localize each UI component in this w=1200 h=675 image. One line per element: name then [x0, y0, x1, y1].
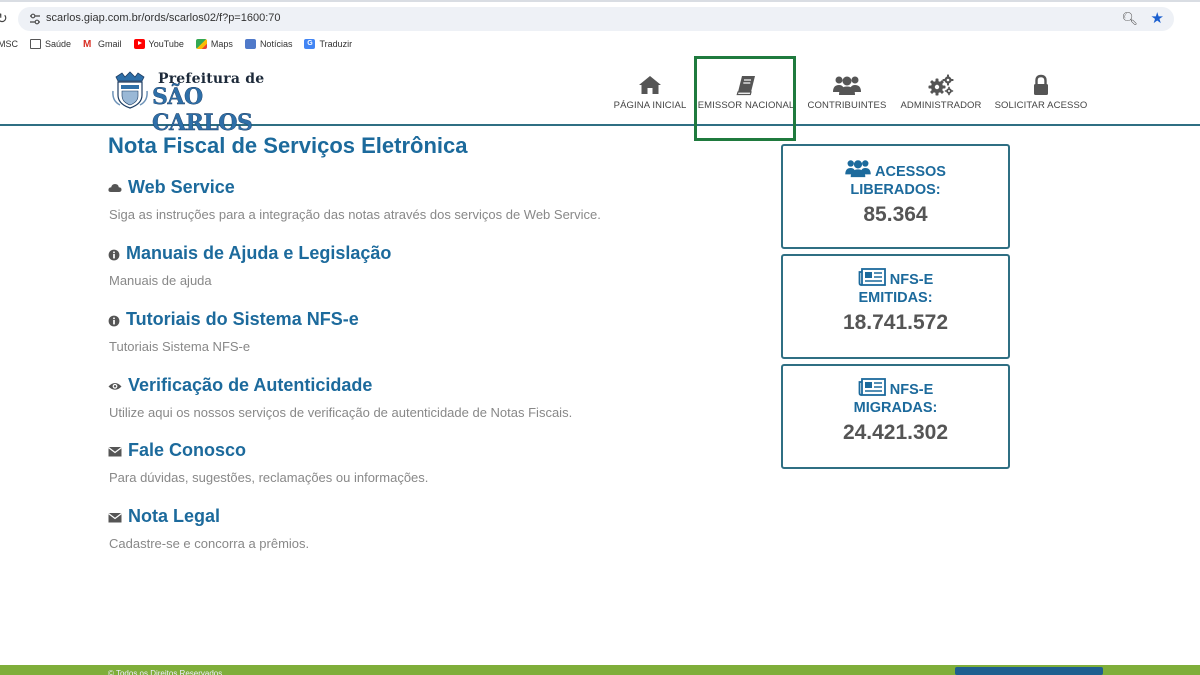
section-description: Cadastre-se e concorra a prêmios.: [109, 536, 310, 551]
nav-administrador[interactable]: ADMINISTRADOR: [898, 74, 984, 111]
bookmark-star-icon[interactable]: ★: [1151, 9, 1164, 27]
main-nav: PÁGINA INICIAL EMISSOR NACIONAL CONTRIBU…: [0, 74, 1200, 114]
bookmark-label: Notícias: [259, 39, 293, 49]
stat-acessos-liberados: ACESSOS LIBERADOS: 85.364: [781, 144, 1010, 249]
gmail-icon: M: [83, 39, 92, 50]
bookmark-msc[interactable]: MSC: [0, 39, 18, 49]
highlight-box: [694, 56, 796, 141]
stat-value: 24.421.302: [842, 421, 949, 444]
footer-copyright: © Todos os Direitos Reservados: [108, 670, 223, 675]
page-title: Nota Fiscal de Serviços Eletrônica: [108, 133, 468, 158]
users-icon: [845, 160, 871, 178]
section-description: Tutoriais Sistema NFS-e: [109, 339, 251, 354]
bookmark-traduzir[interactable]: G Traduzir: [304, 39, 352, 49]
folder-icon: [30, 39, 41, 49]
nav-label: ADMINISTRADOR: [900, 100, 982, 111]
bookmark-noticias[interactable]: Notícias: [244, 39, 293, 49]
maps-icon: [195, 39, 207, 49]
nav-label: SOLICITAR ACESSO: [994, 100, 1088, 111]
section-nota-legal: Nota Legal Cadastre-se e concorra a prêm…: [108, 506, 728, 551]
stat-label-line1: NFS-E: [889, 382, 934, 398]
newspaper-icon: [858, 378, 886, 396]
section-link[interactable]: Web Service: [128, 177, 235, 198]
url-text[interactable]: scarlos.giap.com.br/ords/scarlos02/f?p=1…: [46, 12, 281, 24]
bookmark-label: Saúde: [45, 39, 72, 49]
stat-label-line2: LIBERADOS:: [850, 182, 941, 198]
info-icon: [108, 249, 120, 261]
users-icon: [833, 76, 861, 95]
stat-label-line1: ACESSOS: [875, 164, 946, 180]
cloud-icon: [108, 183, 122, 192]
nav-contribuintes[interactable]: CONTRIBUINTES: [806, 74, 888, 111]
envelope-icon: [108, 446, 122, 456]
nav-pagina-inicial[interactable]: PÁGINA INICIAL: [612, 74, 688, 111]
section-link[interactable]: Tutoriais do Sistema NFS-e: [126, 309, 359, 330]
section-tutoriais: Tutoriais do Sistema NFS-e Tutoriais Sis…: [108, 309, 728, 354]
reload-icon[interactable]: ↻: [0, 10, 8, 27]
section-description: Siga as instruções para a integração das…: [109, 207, 601, 222]
stat-nfse-migradas: NFS-E MIGRADAS: 24.421.302: [781, 364, 1010, 469]
news-icon: [244, 39, 256, 49]
bookmark-label: YouTube: [148, 39, 184, 49]
translate-icon: G: [304, 39, 316, 49]
bookmark-label: Gmail: [98, 39, 122, 49]
bookmark-maps[interactable]: Maps: [195, 39, 233, 49]
section-verificacao: Verificação de Autenticidade Utilize aqu…: [108, 375, 728, 420]
stat-nfse-emitidas: NFS-E EMITIDAS: 18.741.572: [781, 254, 1010, 359]
nav-solicitar-acesso[interactable]: SOLICITAR ACESSO: [993, 74, 1089, 111]
bookmark-label: Maps: [210, 39, 233, 49]
stat-value: 18.741.572: [842, 311, 949, 334]
lock-icon: [1034, 74, 1048, 95]
section-manuais: Manuais de Ajuda e Legislação Manuais de…: [108, 243, 728, 288]
bookmarks-bar: MSC Saúde M Gmail YouTube Maps Notícias …: [0, 34, 1200, 54]
section-link[interactable]: Verificação de Autenticidade: [128, 375, 372, 396]
nav-label: PÁGINA INICIAL: [613, 100, 687, 111]
section-web-service: Web Service Siga as instruções para a in…: [108, 177, 728, 222]
bookmark-youtube[interactable]: YouTube: [133, 39, 184, 49]
section-fale-conosco: Fale Conosco Para dúvidas, sugestões, re…: [108, 440, 728, 485]
stat-label-line2: EMITIDAS:: [858, 290, 933, 306]
url-box[interactable]: scarlos.giap.com.br/ords/scarlos02/f?p=1…: [18, 7, 1174, 31]
bookmark-label: Traduzir: [319, 39, 353, 49]
footer: © Todos os Direitos Reservados: [0, 665, 1200, 675]
home-icon: [639, 76, 661, 94]
eye-icon: [108, 382, 122, 390]
site-header: Prefeitura de SÃO CARLOS PÁGINA INICIAL …: [0, 54, 1200, 136]
section-link[interactable]: Fale Conosco: [128, 440, 246, 461]
section-description: Manuais de ajuda: [109, 273, 212, 288]
section-link[interactable]: Nota Legal: [128, 506, 220, 527]
footer-button[interactable]: [955, 667, 1103, 675]
stat-label-line1: NFS-E: [889, 272, 934, 288]
stat-label-line2: MIGRADAS:: [853, 400, 938, 416]
bookmark-gmail[interactable]: M Gmail: [83, 39, 122, 50]
section-description: Utilize aqui os nossos serviços de verif…: [109, 405, 573, 420]
nav-label: CONTRIBUINTES: [807, 100, 887, 111]
bookmark-saude[interactable]: Saúde: [30, 39, 71, 49]
stat-value: 85.364: [863, 203, 928, 226]
bookmark-label: MSC: [0, 39, 18, 49]
youtube-icon: [133, 39, 145, 49]
section-link[interactable]: Manuais de Ajuda e Legislação: [126, 243, 391, 264]
newspaper-icon: [858, 268, 886, 286]
zoom-icon[interactable]: 🔍︎: [1121, 11, 1138, 27]
browser-address-bar: ↻ scarlos.giap.com.br/ords/scarlos02/f?p…: [0, 0, 1200, 34]
info-icon: [108, 315, 120, 327]
section-description: Para dúvidas, sugestões, reclamações ou …: [109, 470, 429, 485]
site-info-icon[interactable]: [28, 12, 42, 26]
gears-icon: [928, 74, 954, 96]
envelope-icon: [108, 512, 122, 522]
